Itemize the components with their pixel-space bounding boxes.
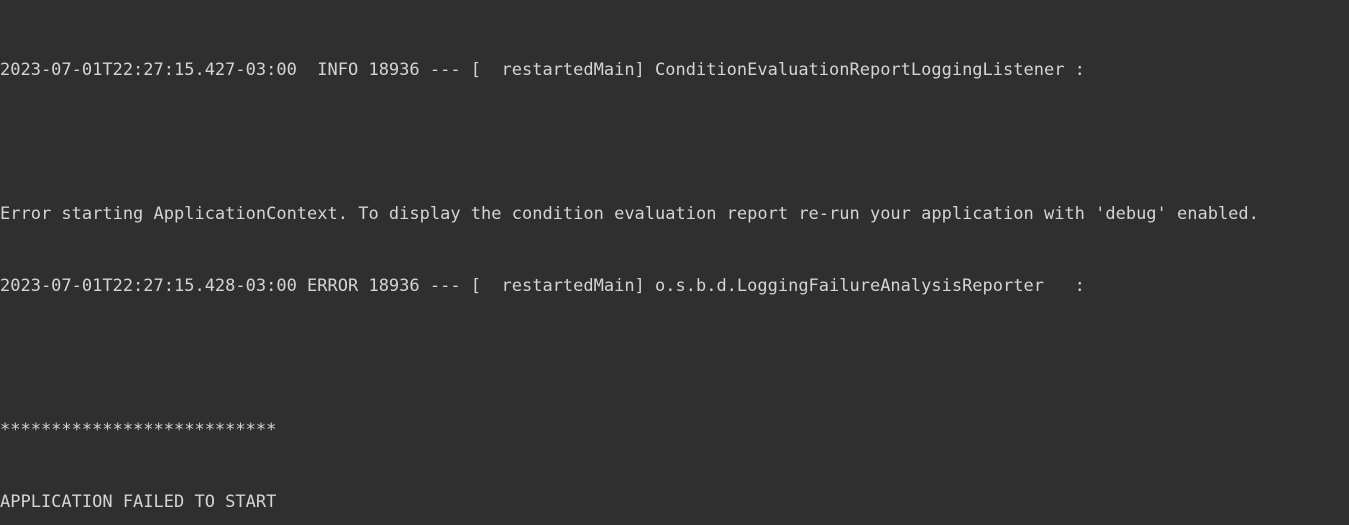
console-line-banner-title: APPLICATION FAILED TO START: [0, 492, 277, 512]
console-line: 2023-07-01T22:27:15.427-03:00 INFO 18936…: [0, 60, 1085, 80]
console-line-banner-top: ***************************: [0, 420, 277, 440]
terminal-console[interactable]: 2023-07-01T22:27:15.427-03:00 INFO 18936…: [0, 0, 1349, 525]
console-line: Error starting ApplicationContext. To di…: [0, 204, 1259, 224]
console-line: 2023-07-01T22:27:15.428-03:00 ERROR 1893…: [0, 276, 1085, 296]
console-output: 2023-07-01T22:27:15.427-03:00 INFO 18936…: [0, 0, 1349, 525]
